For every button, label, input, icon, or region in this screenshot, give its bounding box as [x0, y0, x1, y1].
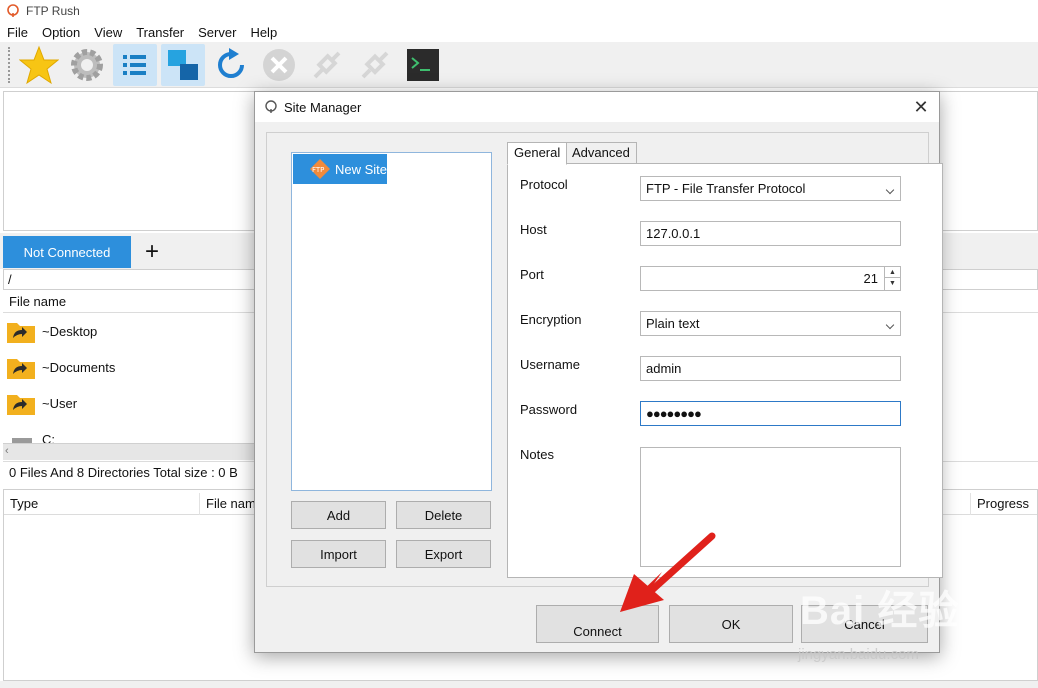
app-logo-icon [265, 100, 277, 113]
list-view-button[interactable] [113, 43, 157, 86]
ftp-site-icon: FTP [309, 159, 330, 179]
port-spin-buttons[interactable]: ▲ ▼ [884, 267, 900, 290]
close-icon[interactable]: ✕ [911, 97, 931, 117]
export-button[interactable]: Export [396, 540, 491, 568]
horizontal-scrollbar[interactable]: ‹ [3, 443, 258, 460]
spin-down-icon[interactable]: ▼ [885, 278, 900, 289]
refresh-button[interactable] [209, 44, 253, 86]
app-title: FTP Rush [26, 4, 80, 18]
port-stepper[interactable]: 21 ▲ ▼ [640, 266, 901, 291]
toolbar-grip [8, 46, 11, 83]
port-value: 21 [863, 271, 878, 286]
password-input[interactable]: ●●●●●●●● [640, 401, 901, 426]
username-input[interactable]: admin [640, 356, 901, 381]
menu-help[interactable]: Help [243, 25, 284, 40]
connect-button[interactable] [353, 44, 397, 86]
terminal-icon [407, 48, 439, 81]
host-label: Host [520, 222, 547, 237]
folder-shortcut-icon [7, 395, 35, 415]
connect-icon [361, 51, 389, 78]
svg-text:FTP: FTP [312, 166, 324, 174]
site-manager-button[interactable] [17, 44, 61, 86]
watermark: Bai 经验 [800, 589, 960, 633]
general-tab-panel: Protocol FTP - File Transfer Protocol Ho… [507, 163, 943, 578]
list-item[interactable]: C: [3, 421, 263, 443]
encryption-select[interactable]: Plain text [640, 311, 901, 336]
file-name: ~Desktop [42, 323, 98, 339]
menu-option[interactable]: Option [35, 25, 87, 40]
queue-col-progress[interactable]: Progress [970, 493, 1038, 515]
bottom-tabs [0, 681, 1038, 688]
list-item[interactable]: ~User [3, 385, 263, 421]
site-list[interactable]: FTP New Site [291, 152, 492, 491]
delete-button[interactable]: Delete [396, 501, 491, 529]
folder-shortcut-icon [7, 323, 35, 343]
toolbar [0, 42, 1038, 88]
disconnect-button[interactable] [305, 44, 349, 86]
list-icon [123, 54, 146, 75]
cancel-button[interactable] [257, 44, 301, 86]
port-label: Port [520, 267, 544, 282]
disconnect-icon [313, 51, 341, 78]
drive-icon [12, 438, 32, 443]
menu-bar: File Option View Transfer Server Help [0, 22, 1038, 42]
watermark-url: jingyan.baidu.com [798, 646, 919, 663]
options-button[interactable] [65, 44, 109, 86]
username-label: Username [520, 357, 580, 372]
queue-col-type[interactable]: Type [4, 493, 200, 515]
protocol-label: Protocol [520, 177, 568, 192]
tab-general[interactable]: General [507, 142, 568, 165]
dialog-title-bar: Site Manager [255, 92, 939, 122]
folder-shortcut-icon [7, 359, 35, 379]
list-item[interactable]: ~Desktop [3, 313, 263, 349]
windows-icon [168, 49, 198, 80]
add-tab-button[interactable]: + [140, 238, 164, 266]
add-button[interactable]: Add [291, 501, 386, 529]
cancel-icon [263, 48, 295, 81]
windows-button[interactable] [161, 43, 205, 86]
refresh-icon [218, 47, 244, 78]
tab-advanced[interactable]: Advanced [565, 142, 637, 164]
scroll-left-icon[interactable]: ‹ [5, 445, 9, 457]
star-icon [19, 45, 59, 84]
file-list: ~Desktop ~Documents ~User C: [3, 313, 263, 443]
red-arrow-annotation [620, 532, 716, 612]
menu-file[interactable]: File [0, 25, 35, 40]
terminal-button[interactable] [401, 44, 445, 86]
title-bar: FTP Rush [0, 0, 1038, 22]
dialog-title: Site Manager [284, 99, 362, 115]
file-name: ~User [42, 395, 78, 411]
protocol-select[interactable]: FTP - File Transfer Protocol [640, 176, 901, 201]
gear-icon [71, 48, 103, 81]
spin-up-icon[interactable]: ▲ [885, 267, 900, 278]
list-item[interactable]: ~Documents [3, 349, 263, 385]
password-label: Password [520, 402, 578, 417]
site-list-item-new-site[interactable]: FTP New Site [293, 154, 387, 184]
file-name: C: [42, 431, 55, 444]
encryption-label: Encryption [520, 312, 582, 327]
tab-not-connected[interactable]: Not Connected [3, 236, 131, 268]
import-button[interactable]: Import [291, 540, 386, 568]
site-manager-dialog: Site Manager ✕ FTP New Site Add Delete I… [254, 91, 943, 653]
menu-server[interactable]: Server [191, 25, 243, 40]
menu-view[interactable]: View [87, 25, 129, 40]
host-input[interactable]: 127.0.0.1 [640, 221, 901, 246]
notes-label: Notes [520, 447, 554, 462]
menu-transfer[interactable]: Transfer [129, 25, 191, 40]
app-logo-icon [7, 4, 19, 17]
file-name: ~Documents [42, 359, 116, 375]
site-name: New Site [334, 161, 388, 177]
